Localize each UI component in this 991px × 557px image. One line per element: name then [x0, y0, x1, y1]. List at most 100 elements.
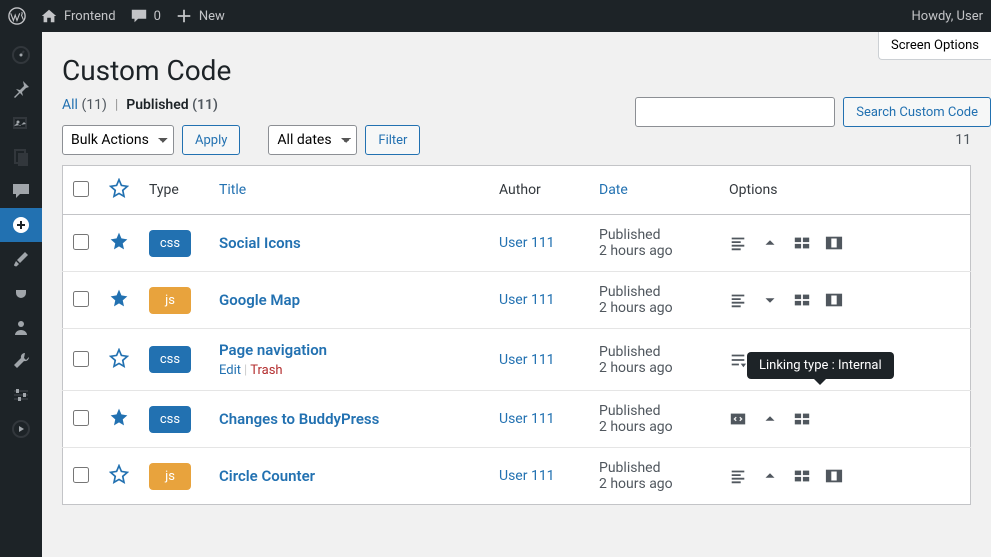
col-star[interactable]: [99, 166, 139, 215]
up-icon[interactable]: [761, 410, 779, 428]
date-ago: 2 hours ago: [599, 243, 709, 259]
star-toggle[interactable]: [109, 407, 129, 427]
greeting[interactable]: Howdy, User: [912, 9, 983, 24]
pages-icon: [11, 147, 31, 167]
nav-media[interactable]: [0, 106, 42, 140]
row-options: [729, 234, 960, 252]
new-link[interactable]: New: [175, 7, 225, 25]
search-button[interactable]: Search Custom Code: [843, 97, 991, 127]
trash-link[interactable]: Trash: [250, 363, 282, 378]
type-badge: css: [149, 230, 191, 257]
align-icon[interactable]: [729, 467, 747, 485]
nav-comments[interactable]: [0, 174, 42, 208]
align2-icon[interactable]: [729, 351, 747, 369]
item-title[interactable]: Page navigation: [219, 341, 479, 359]
site-link[interactable]: Frontend: [40, 7, 116, 25]
author-link[interactable]: User 111: [499, 352, 555, 368]
author-link[interactable]: User 111: [499, 468, 555, 484]
full-icon[interactable]: [825, 467, 843, 485]
up-icon[interactable]: [761, 234, 779, 252]
star-toggle[interactable]: [109, 231, 129, 251]
bulk-actions-select[interactable]: Bulk Actions: [62, 125, 174, 155]
search-input[interactable]: [635, 97, 835, 127]
comments-count: 0: [154, 9, 161, 24]
row-actions: Edit|Trash: [219, 363, 479, 378]
admin-toolbar: Frontend 0 New Howdy, User: [0, 0, 991, 32]
grid-icon[interactable]: [793, 291, 811, 309]
nav-plugins[interactable]: [0, 276, 42, 310]
wrench-icon: [11, 351, 31, 371]
filter-published[interactable]: Published (11): [126, 97, 218, 113]
full-icon[interactable]: [825, 291, 843, 309]
comments-link[interactable]: 0: [130, 7, 161, 25]
page-title: Custom Code: [62, 32, 971, 97]
star-toggle[interactable]: [109, 464, 129, 484]
code-icon[interactable]: [729, 410, 747, 428]
status-label: Published: [599, 460, 709, 476]
nav-collapse[interactable]: [0, 412, 42, 446]
row-checkbox[interactable]: [73, 351, 89, 367]
grid-icon[interactable]: [793, 234, 811, 252]
item-title[interactable]: Circle Counter: [219, 467, 479, 485]
item-title[interactable]: Changes to BuddyPress: [219, 410, 479, 428]
nav-custom-code[interactable]: [0, 208, 42, 242]
apply-button[interactable]: Apply: [182, 125, 240, 155]
comment-icon: [11, 181, 31, 201]
row-options: [729, 291, 960, 309]
grid-icon[interactable]: [793, 467, 811, 485]
align-icon[interactable]: [729, 234, 747, 252]
nav-settings[interactable]: [0, 378, 42, 412]
col-date[interactable]: Date: [589, 166, 719, 215]
author-link[interactable]: User 111: [499, 292, 555, 308]
table-row: css Changes to BuddyPress User 111 Publi…: [63, 391, 971, 448]
filter-button[interactable]: Filter: [365, 125, 420, 155]
edit-link[interactable]: Edit: [219, 363, 241, 378]
home-icon: [40, 7, 58, 25]
plus-icon: [175, 7, 193, 25]
comment-icon: [130, 7, 148, 25]
brush-icon: [11, 249, 31, 269]
row-checkbox[interactable]: [73, 291, 89, 307]
author-link[interactable]: User 111: [499, 235, 555, 251]
star-toggle[interactable]: [109, 288, 129, 308]
item-title[interactable]: Social Icons: [219, 234, 479, 252]
plus-circle-icon: [11, 215, 31, 235]
status-label: Published: [599, 403, 709, 419]
star-toggle[interactable]: [109, 348, 129, 368]
date-filter-select[interactable]: All dates: [268, 125, 357, 155]
full-icon[interactable]: [825, 234, 843, 252]
select-all-checkbox[interactable]: [73, 181, 89, 197]
nav-tools[interactable]: [0, 344, 42, 378]
wp-logo[interactable]: [8, 7, 26, 25]
table-row: js Google Map User 111 Published2 hours …: [63, 272, 971, 329]
nav-posts[interactable]: [0, 72, 42, 106]
down-icon[interactable]: [761, 291, 779, 309]
date-ago: 2 hours ago: [599, 360, 709, 376]
up-icon[interactable]: [761, 467, 779, 485]
grid-icon[interactable]: [793, 410, 811, 428]
col-options: Options: [719, 166, 971, 215]
nav-dashboard[interactable]: [0, 38, 42, 72]
row-checkbox[interactable]: [73, 467, 89, 483]
nav-appearance[interactable]: [0, 242, 42, 276]
new-label: New: [199, 9, 225, 24]
date-ago: 2 hours ago: [599, 476, 709, 492]
align-icon[interactable]: [729, 291, 747, 309]
type-badge: js: [149, 463, 191, 490]
screen-options-button[interactable]: Screen Options: [878, 32, 991, 60]
author-link[interactable]: User 111: [499, 411, 555, 427]
item-title[interactable]: Google Map: [219, 291, 479, 309]
row-checkbox[interactable]: [73, 410, 89, 426]
item-count: 11: [955, 132, 971, 148]
filter-all[interactable]: All (11): [62, 97, 107, 113]
col-title[interactable]: Title: [209, 166, 489, 215]
row-options: [729, 467, 960, 485]
date-ago: 2 hours ago: [599, 419, 709, 435]
nav-pages[interactable]: [0, 140, 42, 174]
pin-icon: [11, 79, 31, 99]
row-checkbox[interactable]: [73, 234, 89, 250]
col-type: Type: [139, 166, 209, 215]
status-label: Published: [599, 227, 709, 243]
user-icon: [11, 317, 31, 337]
nav-users[interactable]: [0, 310, 42, 344]
